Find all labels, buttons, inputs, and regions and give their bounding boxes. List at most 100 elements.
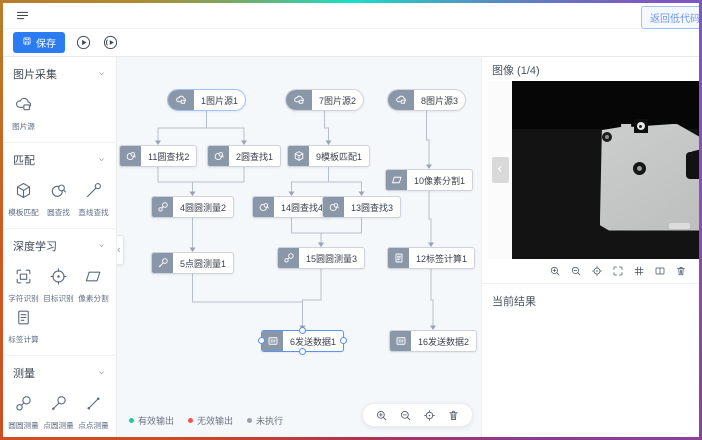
tool-目标识别[interactable]: 目标识别 <box>41 267 76 304</box>
measure-cc-icon <box>14 400 33 417</box>
node-handle[interactable] <box>299 327 306 334</box>
node-label: 8图片源3 <box>414 90 465 110</box>
node-label: 10像素分割1 <box>407 170 472 190</box>
sidebar-collapse-handle[interactable] <box>117 235 124 265</box>
tool-点点测量[interactable]: 点点测量 <box>76 394 111 431</box>
tool-直线查找[interactable]: 直线查找 <box>76 181 111 218</box>
image-panel-title: 图像 (1/4) <box>482 57 699 81</box>
zoom-out-button[interactable] <box>399 409 412 422</box>
tool-label: 圆查找 <box>42 207 75 217</box>
save-icon <box>22 36 32 49</box>
flow-canvas[interactable]: 1图片源1 7图片源2 8图片源3 11圆查找2 2圆查找1 9模板匹配1 10像素分割1 4… <box>117 57 481 437</box>
cloud-image-icon <box>168 90 194 110</box>
previous-image-button[interactable] <box>492 157 509 183</box>
save-button-label: 保存 <box>36 35 56 50</box>
zoom-out-button[interactable] <box>570 265 582 277</box>
cloud-image-icon <box>14 101 33 118</box>
cloud-image-icon <box>286 90 312 110</box>
fullscreen-button[interactable] <box>612 265 624 277</box>
node-4圆圆测量2[interactable]: 4圆圆测量2 <box>151 196 234 218</box>
tool-圆圆测量[interactable]: 圆圆测量 <box>6 394 41 431</box>
node-9模板匹配1[interactable]: 9模板匹配1 <box>287 145 370 167</box>
zoom-in-button[interactable] <box>375 409 388 422</box>
sidebar-section-匹配[interactable]: 匹配 <box>3 143 116 175</box>
tool-标签计算[interactable]: 标签计算 <box>6 308 41 345</box>
node-14圆查找4[interactable]: 14圆查找4 <box>252 196 331 218</box>
chevron-down-icon <box>97 65 106 83</box>
template-icon <box>14 187 33 204</box>
tool-像素分割[interactable]: 像素分割 <box>76 267 111 304</box>
tool-label: 像素分割 <box>77 293 110 303</box>
calc-icon <box>388 248 409 268</box>
node-13圆查找3[interactable]: 13圆查找3 <box>322 196 401 218</box>
tool-label: 标签计算 <box>7 334 40 344</box>
right-panel: 图像 (1/4) <box>481 57 699 437</box>
save-button[interactable]: 保存 <box>13 32 65 53</box>
chevron-left-icon <box>117 241 123 259</box>
tool-label: 直线查找 <box>77 207 110 217</box>
tool-label: 点圆测量 <box>42 420 75 430</box>
node-label: 9模板匹配1 <box>309 146 369 166</box>
node-label: 13圆查找3 <box>344 197 400 217</box>
locate-button[interactable] <box>423 409 436 422</box>
node-7图片源2[interactable]: 7图片源2 <box>285 89 364 111</box>
status-legend: 有效输出无效输出未执行 <box>129 414 283 427</box>
menu-icon[interactable] <box>15 8 30 23</box>
line-find-icon <box>84 187 103 204</box>
node-1图片源1[interactable]: 1图片源1 <box>167 89 246 111</box>
node-label: 6发送数据1 <box>283 331 343 351</box>
tool-图片源[interactable]: 图片源 <box>6 95 41 132</box>
run-once-button[interactable] <box>75 34 92 51</box>
zoom-in-button[interactable] <box>549 265 561 277</box>
chevron-down-icon <box>97 237 106 255</box>
back-to-lowcode-button[interactable]: 返回低代码 <box>641 6 699 29</box>
node-8图片源3[interactable]: 8图片源3 <box>387 89 466 111</box>
node-16发送数据2[interactable]: 16发送数据2 <box>389 330 477 352</box>
tool-label: 圆圆测量 <box>7 420 40 430</box>
tool-圆查找[interactable]: 圆查找 <box>41 181 76 218</box>
tool-字符识别[interactable]: 字符识别 <box>6 267 41 304</box>
circle-find-icon <box>49 187 68 204</box>
node-handle[interactable] <box>299 348 306 355</box>
node-5点圆测量1[interactable]: 5点圆测量1 <box>151 252 234 274</box>
trash-button[interactable] <box>447 409 460 422</box>
inspection-image[interactable] <box>512 81 699 259</box>
sidebar-section-图片采集[interactable]: 图片采集 <box>3 57 116 89</box>
tool-sidebar: 图片采集图片源匹配模板匹配圆查找直线查找深度学习字符识别目标识别像素分割标签计算… <box>3 57 117 437</box>
pixel-icon <box>84 273 103 290</box>
node-12标签计算1[interactable]: 12标签计算1 <box>387 247 475 269</box>
trash-button[interactable] <box>675 265 687 277</box>
target-icon <box>49 273 68 290</box>
tool-模板匹配[interactable]: 模板匹配 <box>6 181 41 218</box>
metal-plate <box>600 124 699 231</box>
node-handle[interactable] <box>340 337 347 344</box>
grid-button[interactable] <box>633 265 645 277</box>
node-6发送数据1[interactable]: 6发送数据1 <box>261 330 344 352</box>
node-10像素分割1[interactable]: 10像素分割1 <box>385 169 473 191</box>
tool-点圆测量[interactable]: 点圆测量 <box>41 394 76 431</box>
measure-cc-icon <box>278 248 299 268</box>
tool-label: 图片源 <box>7 121 40 131</box>
slot-feature <box>669 223 690 229</box>
node-handle[interactable] <box>258 337 265 344</box>
circle-find-icon <box>253 197 274 217</box>
sidebar-section-深度学习[interactable]: 深度学习 <box>3 229 116 261</box>
node-15圆圆测量3[interactable]: 15圆圆测量3 <box>277 247 365 269</box>
node-2圆查找1[interactable]: 2圆查找1 <box>207 145 281 167</box>
node-label: 1图片源1 <box>194 90 245 110</box>
node-11圆查找2[interactable]: 11圆查找2 <box>119 145 197 167</box>
image-nav-strip <box>488 81 512 259</box>
top-bar: 返回低代码 <box>3 3 699 29</box>
sidebar-section-测量[interactable]: 测量 <box>3 356 116 388</box>
section-title: 深度学习 <box>13 238 57 254</box>
tool-label: 点点测量 <box>77 420 110 430</box>
image-preview-area <box>482 81 699 259</box>
tool-label: 字符识别 <box>7 293 40 303</box>
section-title: 测量 <box>13 365 35 381</box>
calc-icon <box>14 314 33 331</box>
action-toolbar: 保存 <box>3 29 699 57</box>
locate-button[interactable] <box>591 265 603 277</box>
template-icon <box>288 146 309 166</box>
compare-button[interactable] <box>654 265 666 277</box>
run-loop-button[interactable] <box>102 34 119 51</box>
